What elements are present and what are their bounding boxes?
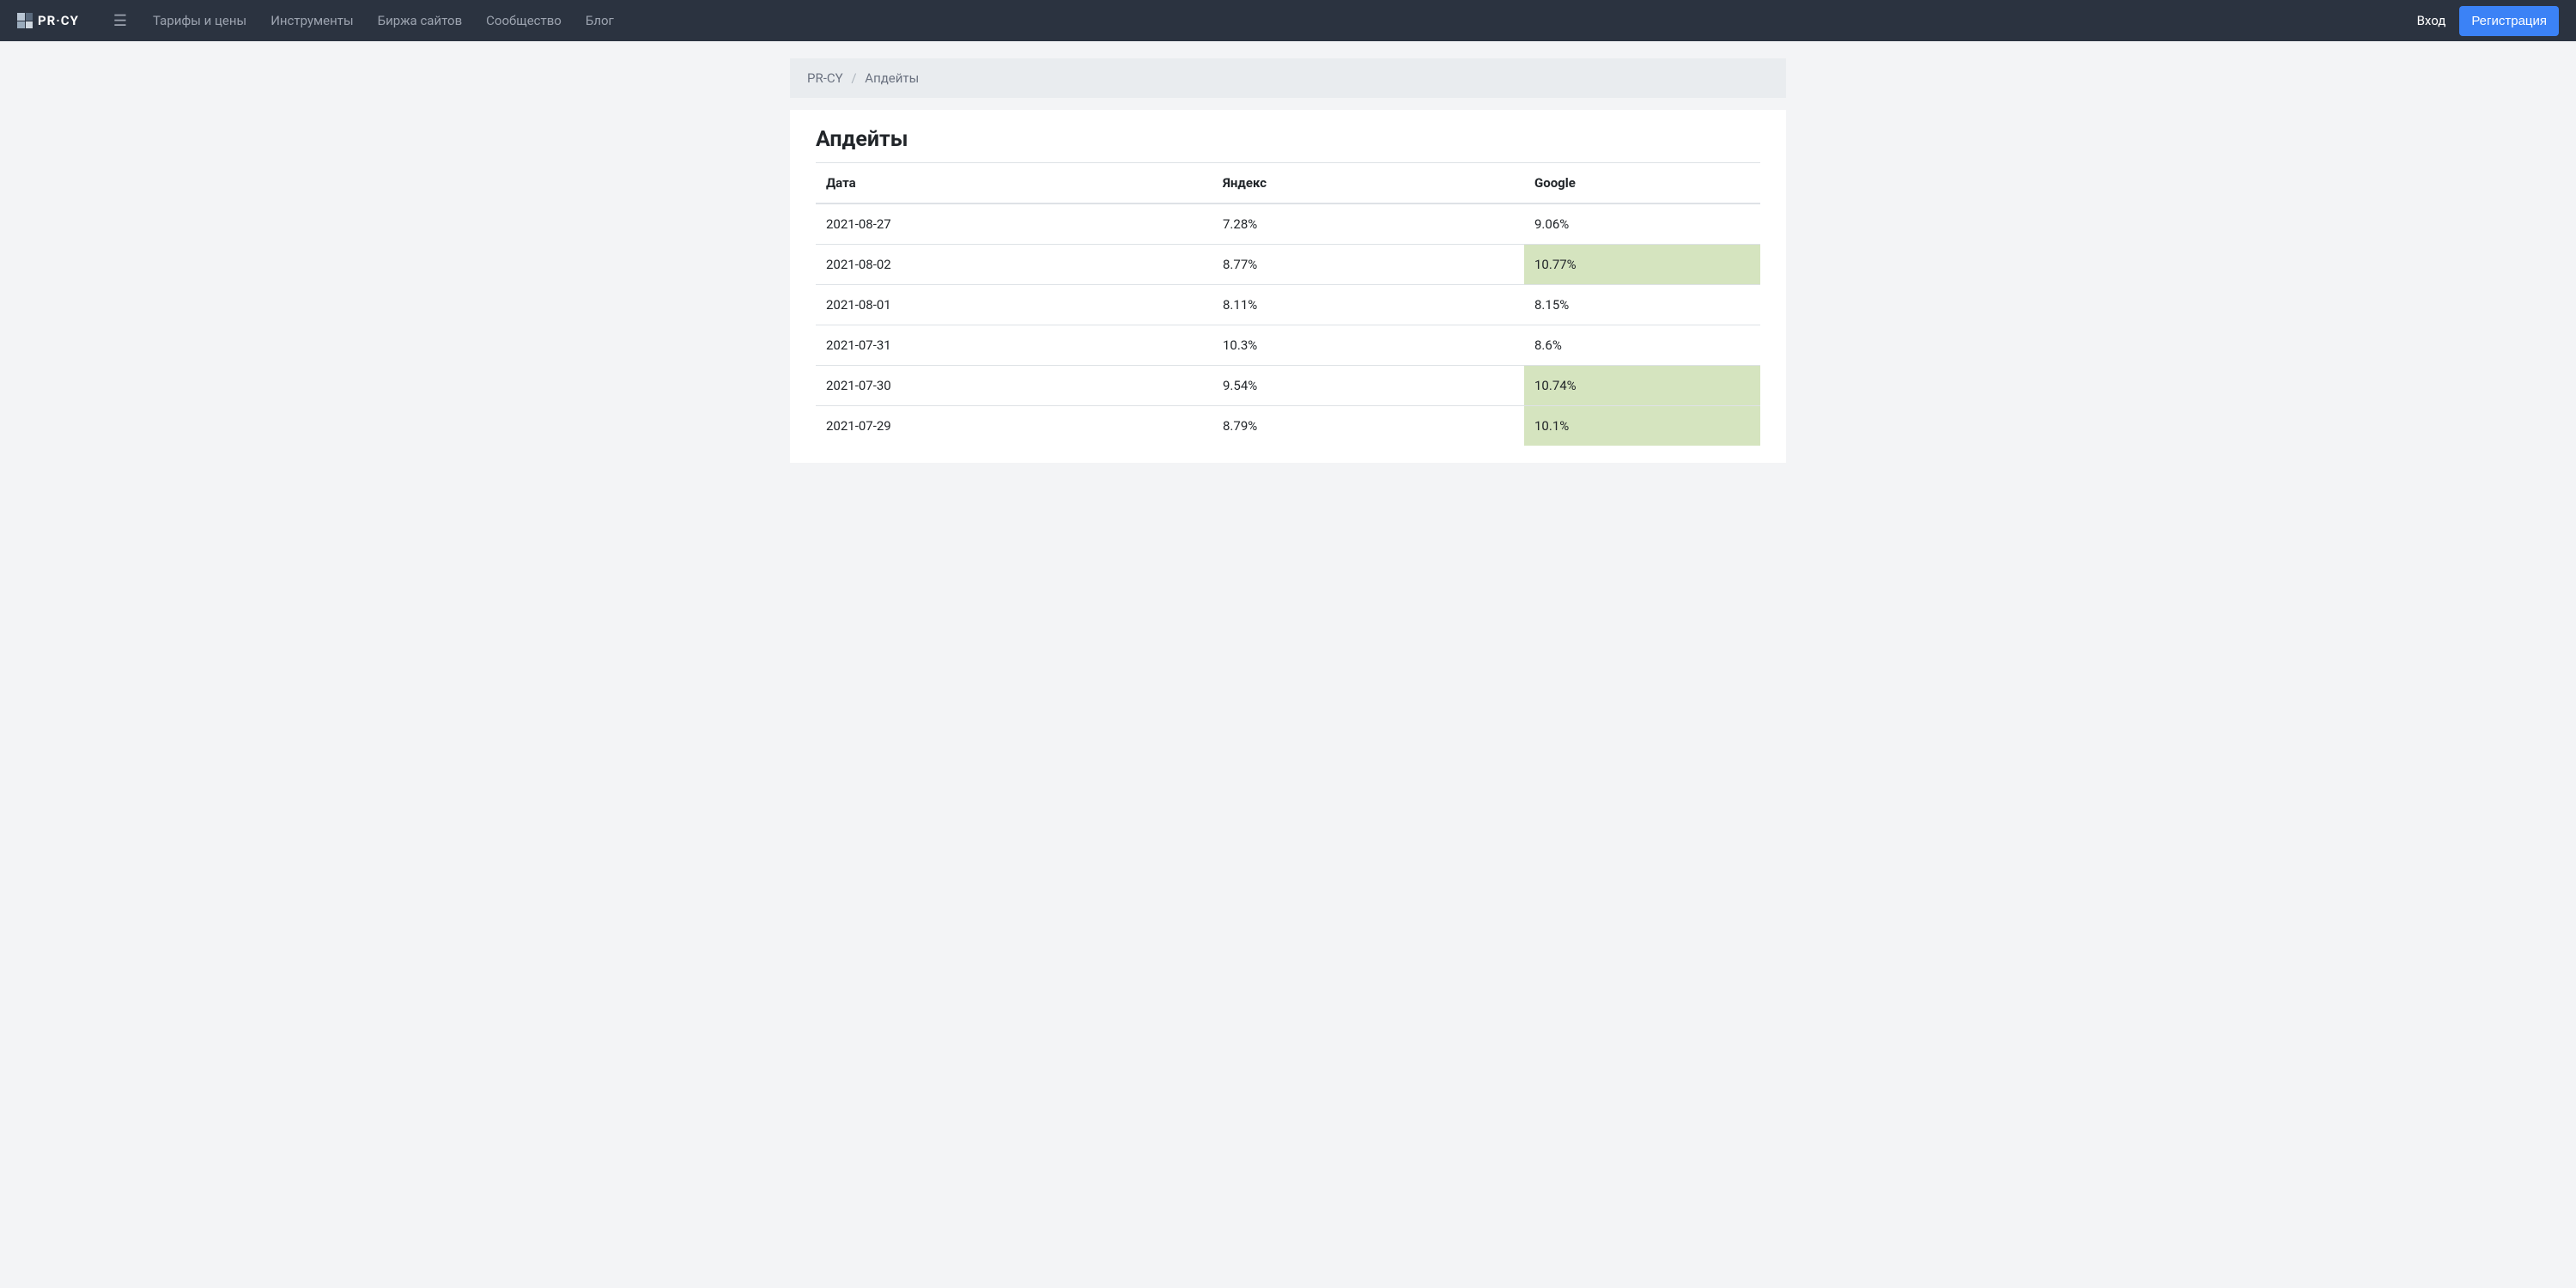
nav-link-tariffs[interactable]: Тарифы и цены xyxy=(153,13,246,28)
th-google: Google xyxy=(1524,163,1760,204)
page-title: Апдейты xyxy=(816,127,1760,162)
cell-google: 10.74% xyxy=(1524,366,1760,406)
cell-date: 2021-07-30 xyxy=(816,366,1212,406)
breadcrumb-current: Апдейты xyxy=(865,70,919,86)
nav-links: Тарифы и цены Инструменты Биржа сайтов С… xyxy=(153,13,2417,28)
table-row: 2021-07-298.79%10.1% xyxy=(816,406,1760,447)
updates-table: Дата Яндекс Google 2021-08-277.28%9.06%2… xyxy=(816,162,1760,446)
breadcrumb-root[interactable]: PR-CY xyxy=(807,70,843,86)
cell-date: 2021-07-31 xyxy=(816,325,1212,366)
nav-link-tools[interactable]: Инструменты xyxy=(270,13,353,28)
cell-yandex: 10.3% xyxy=(1212,325,1524,366)
cell-yandex: 8.11% xyxy=(1212,285,1524,325)
table-row: 2021-07-309.54%10.74% xyxy=(816,366,1760,406)
cell-google: 8.6% xyxy=(1524,325,1760,366)
table-header-row: Дата Яндекс Google xyxy=(816,163,1760,204)
nav-link-community[interactable]: Сообщество xyxy=(486,13,562,28)
th-date: Дата xyxy=(816,163,1212,204)
cell-google: 9.06% xyxy=(1524,204,1760,245)
cell-yandex: 7.28% xyxy=(1212,204,1524,245)
cell-date: 2021-08-01 xyxy=(816,285,1212,325)
logo[interactable]: PR·CY xyxy=(17,13,79,28)
cell-google: 8.15% xyxy=(1524,285,1760,325)
cell-yandex: 8.79% xyxy=(1212,406,1524,447)
logo-text: PR·CY xyxy=(38,13,79,28)
cell-google: 10.1% xyxy=(1524,406,1760,447)
content-card: Апдейты Дата Яндекс Google 2021-08-277.2… xyxy=(790,110,1786,463)
table-row: 2021-07-3110.3%8.6% xyxy=(816,325,1760,366)
cell-google: 10.77% xyxy=(1524,245,1760,285)
hamburger-icon[interactable]: ☰ xyxy=(113,12,127,30)
nav-link-exchange[interactable]: Биржа сайтов xyxy=(378,13,463,28)
table-row: 2021-08-028.77%10.77% xyxy=(816,245,1760,285)
register-button[interactable]: Регистрация xyxy=(2459,6,2559,36)
main-container: PR-CY / Апдейты Апдейты Дата Яндекс Goog… xyxy=(790,41,1786,463)
table-row: 2021-08-018.11%8.15% xyxy=(816,285,1760,325)
nav-link-blog[interactable]: Блог xyxy=(586,13,614,28)
logo-icon xyxy=(17,13,33,28)
table-row: 2021-08-277.28%9.06% xyxy=(816,204,1760,245)
th-yandex: Яндекс xyxy=(1212,163,1524,204)
cell-date: 2021-08-27 xyxy=(816,204,1212,245)
cell-yandex: 8.77% xyxy=(1212,245,1524,285)
cell-date: 2021-07-29 xyxy=(816,406,1212,447)
main-navbar: PR·CY ☰ Тарифы и цены Инструменты Биржа … xyxy=(0,0,2576,41)
cell-date: 2021-08-02 xyxy=(816,245,1212,285)
nav-right: Вход Регистрация xyxy=(2417,6,2559,36)
breadcrumb-separator: / xyxy=(851,70,856,86)
breadcrumb: PR-CY / Апдейты xyxy=(790,58,1786,98)
login-link[interactable]: Вход xyxy=(2417,13,2446,28)
cell-yandex: 9.54% xyxy=(1212,366,1524,406)
